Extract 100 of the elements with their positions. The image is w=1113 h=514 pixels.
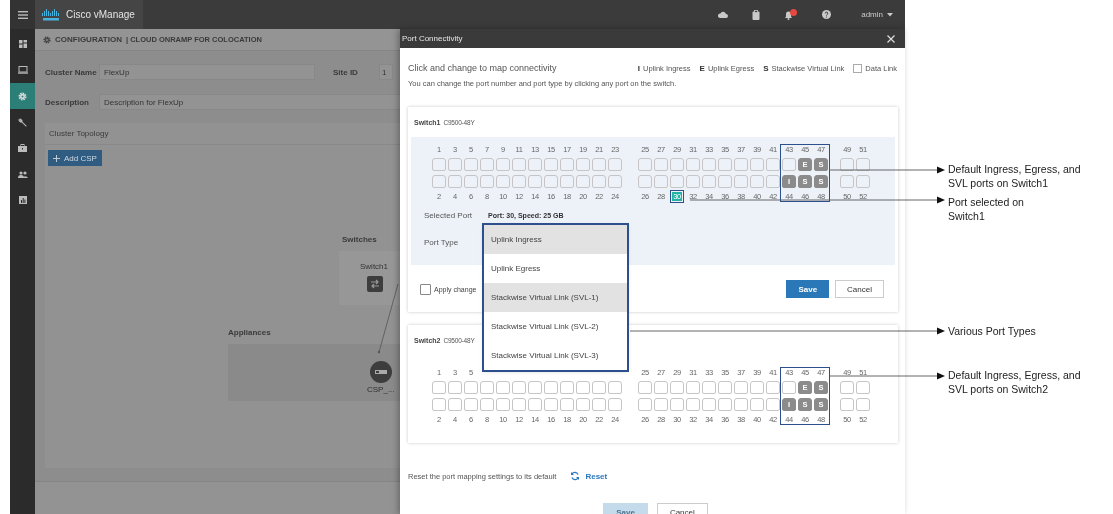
switch-port[interactable] [750,381,764,394]
reset-link[interactable]: Reset [585,471,608,481]
switch-port[interactable] [480,158,494,171]
switch-port[interactable] [670,175,684,188]
switch-port[interactable] [670,398,684,411]
switch-port[interactable] [512,398,526,411]
switch-port[interactable] [734,398,748,411]
switch-port[interactable] [576,381,590,394]
switch-port[interactable] [654,398,668,411]
switch-port[interactable] [496,381,510,394]
switch-port[interactable] [782,381,796,394]
switch-port[interactable] [480,398,494,411]
checkbox[interactable] [420,283,431,295]
switch-port[interactable] [512,175,526,188]
menu-option[interactable]: Uplink Ingress [484,225,627,254]
switch-port[interactable] [448,158,462,171]
switch-port[interactable] [512,381,526,394]
switch-port[interactable] [464,381,478,394]
switch-port[interactable] [734,381,748,394]
cancel-button[interactable]: Cancel [656,503,708,514]
site-id-field[interactable]: 1 [379,64,393,80]
caret-icon[interactable] [887,12,893,17]
switch-port[interactable] [856,381,870,394]
switch-icon[interactable] [367,276,383,292]
save-button[interactable]: Save [786,280,830,298]
switch-port[interactable] [544,158,558,171]
switch-port[interactable] [702,398,716,411]
switch-port[interactable] [464,175,478,188]
switch-port[interactable] [528,381,542,394]
switch-port[interactable] [576,175,590,188]
cluster-name-field[interactable]: FlexUp [99,64,315,80]
switch-port[interactable] [560,398,574,411]
switch-port[interactable] [432,158,446,171]
menu-option[interactable]: Stackwise Virtual Link (SVL-1) [484,283,627,312]
switch-port[interactable] [432,175,446,188]
help-icon[interactable] [822,10,832,19]
switch-port[interactable] [464,158,478,171]
switch-port[interactable] [702,175,716,188]
switch-port[interactable] [432,398,446,411]
switch-port[interactable] [448,175,462,188]
bell-badge-icon[interactable] [784,9,799,20]
refresh-icon[interactable] [570,471,581,481]
switch-port[interactable] [638,381,652,394]
menu-option[interactable]: Uplink Egress [484,254,627,283]
switch-port[interactable] [448,398,462,411]
switch-port[interactable] [856,398,870,411]
cloud-icon[interactable] [718,11,729,18]
switch-port[interactable] [528,398,542,411]
menu-option[interactable]: Stackwise Virtual Link (SVL-2) [484,312,627,341]
close-icon[interactable] [887,34,895,43]
switch-port[interactable] [750,398,764,411]
switch-port[interactable] [686,158,700,171]
switch-port[interactable] [840,381,854,394]
switch-port[interactable] [560,158,574,171]
switch-port[interactable] [496,398,510,411]
switch-port[interactable] [766,175,780,188]
switch-port[interactable] [766,398,780,411]
cancel-button[interactable]: Cancel [835,280,884,298]
switch-port[interactable] [638,398,652,411]
switch-port[interactable] [576,398,590,411]
menu-icon[interactable] [10,0,35,29]
switch-port[interactable] [686,381,700,394]
switch-port[interactable] [528,175,542,188]
switch-port[interactable] [480,381,494,394]
switch-port[interactable] [750,175,764,188]
add-csp-button[interactable]: Add CSP [48,150,102,166]
switch-port[interactable] [592,175,606,188]
switch-port[interactable] [718,381,732,394]
switch-port[interactable] [480,175,494,188]
switch-port[interactable] [576,158,590,171]
switch-port[interactable] [718,175,732,188]
switch-port[interactable] [496,158,510,171]
switch-port[interactable] [750,158,764,171]
switch-port[interactable] [654,175,668,188]
switch-port[interactable] [560,381,574,394]
switch-port[interactable] [638,158,652,171]
switch-port[interactable] [670,158,684,171]
switch-port[interactable] [528,158,542,171]
user-menu[interactable]: admin [861,10,883,19]
switch-port[interactable] [702,158,716,171]
switch-port[interactable] [856,175,870,188]
switch-port[interactable] [544,398,558,411]
switch-port[interactable] [686,175,700,188]
switch-port[interactable] [734,175,748,188]
switch-port[interactable] [702,381,716,394]
switch-port[interactable] [496,175,510,188]
switch-port[interactable] [608,175,622,188]
switch-port[interactable] [608,398,622,411]
switch-port[interactable] [560,175,574,188]
switch-port[interactable] [464,398,478,411]
switch-port[interactable] [840,158,854,171]
switch-port[interactable] [432,381,446,394]
switch-port[interactable] [670,381,684,394]
clipboard-icon[interactable] [752,9,761,20]
switch-port[interactable] [840,398,854,411]
switch-port[interactable] [734,158,748,171]
switch-port[interactable] [544,381,558,394]
switch-port[interactable] [840,175,854,188]
server-icon[interactable] [370,361,392,383]
switch-port[interactable] [766,381,780,394]
